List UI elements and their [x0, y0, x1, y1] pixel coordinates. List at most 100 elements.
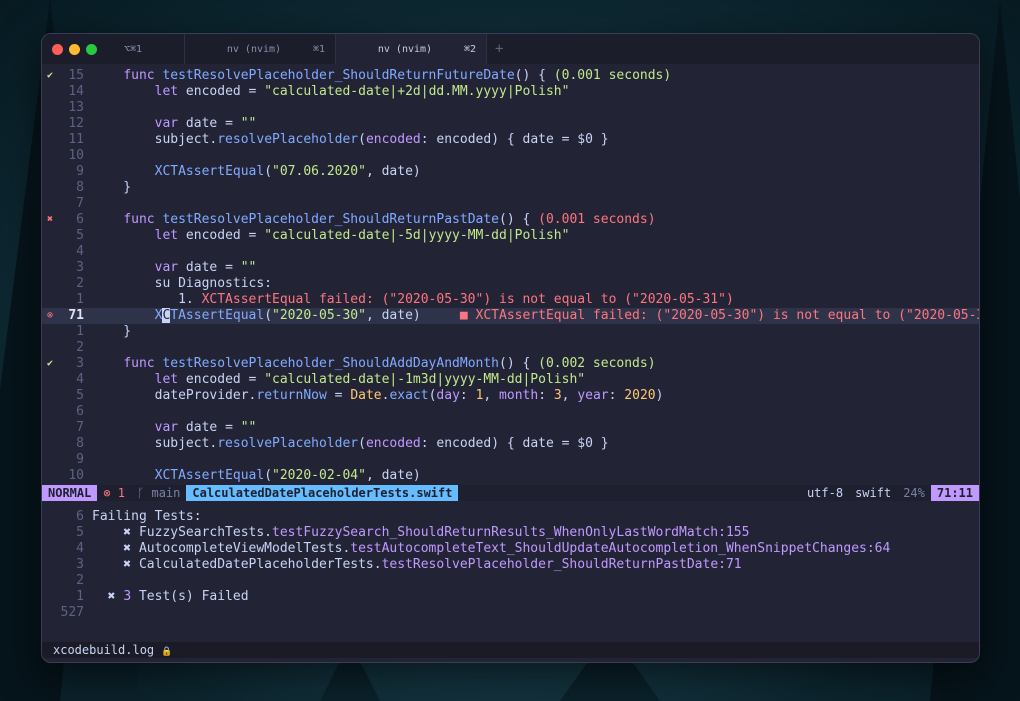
log-line[interactable]: 4 ✖ AutocompleteViewModelTests.testAutoc… [42, 541, 979, 557]
code-line[interactable]: 9 XCTAssertEqual("07.06.2020", date) [42, 164, 979, 180]
code-editor[interactable]: ✔ 15 func testResolvePlaceholder_ShouldRe… [42, 64, 979, 485]
log-line[interactable]: 2 [42, 573, 979, 589]
line-number: 2 [76, 340, 84, 355]
log-line[interactable]: 527 [42, 605, 979, 621]
code-line[interactable]: 7 var date = "" [42, 420, 979, 436]
pass-icon: ✔ [46, 70, 54, 81]
code-line[interactable]: 3 var date = "" [42, 260, 979, 276]
line-text: subject.resolvePlaceholder(encoded: enco… [92, 132, 609, 147]
log-text: ✖ AutocompleteViewModelTests.testAutocom… [92, 541, 891, 556]
file-encoding: utf-8 [806, 486, 844, 500]
line-text: dateProvider.returnNow = Date.exact(day:… [92, 388, 664, 403]
code-line[interactable]: 7 [42, 196, 979, 212]
code-line[interactable]: 5 dateProvider.returnNow = Date.exact(da… [42, 388, 979, 404]
code-line[interactable]: 12 var date = "" [42, 116, 979, 132]
code-line[interactable]: 4 [42, 244, 979, 260]
tab-shortcut[interactable]: ⌥⌘1 [120, 34, 185, 64]
tab-nvim-2[interactable]: nv (nvim) ⌘2 [336, 34, 487, 64]
fail-icon: ✖ [46, 214, 54, 225]
error-icon: ⊗ [46, 310, 54, 321]
code-line[interactable]: ✔ 15 func testResolvePlaceholder_ShouldRe… [42, 68, 979, 84]
tab-label: ⌥⌘1 [124, 43, 143, 55]
code-line[interactable]: 2 [42, 340, 979, 356]
statusline: NORMAL ⊗ 1 ᚴ main CalculatedDatePlacehol… [42, 485, 979, 501]
title-bar: ⌥⌘1 nv (nvim) ⌘1 nv (nvim) ⌘2 + [42, 34, 979, 64]
cursor-position: 71:11 [930, 485, 979, 501]
code-line[interactable]: 1 1. XCTAssertEqual failed: ("2020-05-30… [42, 292, 979, 308]
line-number: 8 [76, 436, 84, 451]
code-line[interactable]: 4 let encoded = "calculated-date|-1m3d|y… [42, 372, 979, 388]
line-text: let encoded = "calculated-date|+2d|dd.MM… [154, 84, 570, 99]
line-number: 2 [76, 573, 84, 588]
log-line[interactable]: 5 ✖ FuzzySearchTests.testFuzzySearch_Sho… [42, 525, 979, 541]
close-button[interactable] [52, 43, 63, 55]
lock-icon: 🔒 [161, 647, 173, 657]
line-number: 4 [76, 372, 84, 387]
tab-shortcut-label: ⌘2 [463, 43, 476, 55]
line-number: 13 [68, 100, 84, 115]
code-line[interactable]: 14 let encoded = "calculated-date|+2d|dd… [42, 84, 979, 100]
line-number: 5 [76, 525, 84, 540]
code-line[interactable]: 2 su Diagnostics: [42, 276, 979, 292]
line-text: XCTAssertEqual("2020-02-04", date) [154, 468, 421, 483]
code-line[interactable]: 1 } [42, 324, 979, 340]
code-line[interactable]: 6 [42, 404, 979, 420]
line-text: let encoded = "calculated-date|-5d|yyyy-… [154, 228, 570, 243]
line-number: 6 [76, 404, 84, 419]
window-controls [42, 34, 120, 64]
scroll-percent: 24% [903, 486, 925, 500]
log-statusline: xcodebuild.log 🔒 [42, 642, 979, 658]
line-number: 6 [76, 212, 84, 227]
line-number: 4 [76, 244, 84, 259]
code-line[interactable]: ✔ 3 func testResolvePlaceholder_ShouldAdd… [42, 356, 979, 372]
line-number: 2 [76, 276, 84, 291]
line-text: func testResolvePlaceholder_ShouldReturn… [123, 68, 672, 83]
new-tab-button[interactable]: + [487, 34, 511, 64]
code-line[interactable]: ⊗ 71 XCTAssertEqual("2020-05-30", date) ■… [42, 308, 979, 324]
line-number: 10 [68, 468, 84, 483]
line-text: subject.resolvePlaceholder(encoded: enco… [92, 436, 609, 451]
pass-icon: ✔ [46, 358, 54, 369]
tab-nvim-1[interactable]: nv (nvim) ⌘1 [185, 34, 336, 64]
code-line[interactable]: 9 [42, 452, 979, 468]
line-number: 11 [68, 132, 84, 147]
line-number: 1 [76, 324, 84, 339]
line-number: 527 [60, 605, 84, 620]
tab-shortcut-label: ⌘1 [312, 43, 325, 55]
code-line[interactable]: 11 subject.resolvePlaceholder(encoded: e… [42, 132, 979, 148]
log-line[interactable]: 3 ✖ CalculatedDatePlaceholderTests.testR… [42, 557, 979, 573]
line-text: 1. XCTAssertEqual failed: ("2020-05-30")… [92, 292, 734, 307]
line-number: 1 [76, 589, 84, 604]
zoom-button[interactable] [86, 43, 97, 55]
line-number: 14 [68, 84, 84, 99]
code-line[interactable]: 5 let encoded = "calculated-date|-5d|yyy… [42, 228, 979, 244]
log-line[interactable]: 6 Failing Tests: [42, 509, 979, 525]
code-line[interactable]: 13 [42, 100, 979, 116]
log-pane[interactable]: 6 Failing Tests: 5 ✖ FuzzySearchTests.test… [42, 501, 979, 642]
line-text: var date = "" [154, 116, 257, 131]
line-text: let encoded = "calculated-date|-1m3d|yyy… [154, 372, 586, 387]
line-text: XCTAssertEqual("2020-05-30", date) ■ XCT… [154, 308, 980, 323]
line-number: 12 [68, 116, 84, 131]
log-text: ✖ CalculatedDatePlaceholderTests.testRes… [92, 557, 742, 572]
error-count: ⊗ 1 [103, 486, 126, 500]
line-number: 8 [76, 180, 84, 195]
line-text: } [92, 180, 132, 195]
file-type: swift [855, 486, 892, 500]
code-line[interactable]: 8 } [42, 180, 979, 196]
code-line[interactable]: 10 XCTAssertEqual("2020-02-04", date) [42, 468, 979, 484]
line-number: 6 [76, 509, 84, 524]
code-line[interactable]: 10 [42, 148, 979, 164]
terminal-window: ⌥⌘1 nv (nvim) ⌘1 nv (nvim) ⌘2 + ✔ 15 func… [41, 33, 980, 663]
minimize-button[interactable] [69, 43, 80, 55]
code-line[interactable]: 8 subject.resolvePlaceholder(encoded: en… [42, 436, 979, 452]
line-text: } [92, 324, 132, 339]
line-number: 9 [76, 452, 84, 467]
code-line[interactable]: ✖ 6 func testResolvePlaceholder_ShouldRet… [42, 212, 979, 228]
line-text: XCTAssertEqual("07.06.2020", date) [154, 164, 421, 179]
log-text: Failing Tests: [92, 509, 202, 524]
log-line[interactable]: 1 ✖ 3 Test(s) Failed [42, 589, 979, 605]
line-text: su Diagnostics: [92, 276, 273, 291]
line-number: 3 [76, 356, 84, 371]
tab-label: nv (nvim) [226, 43, 282, 55]
